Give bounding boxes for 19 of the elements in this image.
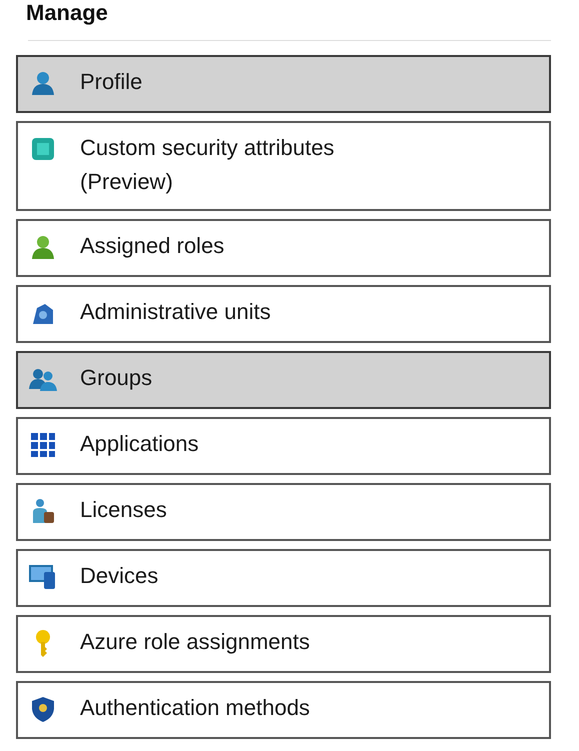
shield-icon [31,696,55,722]
grid-icon [30,432,56,458]
nav-item[interactable]: Authentication methods [16,681,551,739]
group-icon [29,366,57,392]
devices-icon [29,564,57,590]
nav-item[interactable]: Azure role assignments [16,615,551,673]
nav-item[interactable]: Licenses [16,483,551,541]
nav-item[interactable]: Devices [16,549,551,607]
nav-item[interactable]: Profile [16,55,551,113]
nav-item[interactable]: Custom security attributes (Preview) [16,121,551,211]
nav-item[interactable]: Groups [16,351,551,409]
nav-item[interactable]: Administrative units [16,285,551,343]
person-icon [30,234,56,260]
section-heading: Manage [25,0,109,26]
person-icon [30,498,56,524]
nav-item[interactable]: Assigned roles [16,219,551,277]
attributes-icon [30,136,56,162]
person-icon [30,70,56,96]
nav-item[interactable]: Applications [16,417,551,475]
